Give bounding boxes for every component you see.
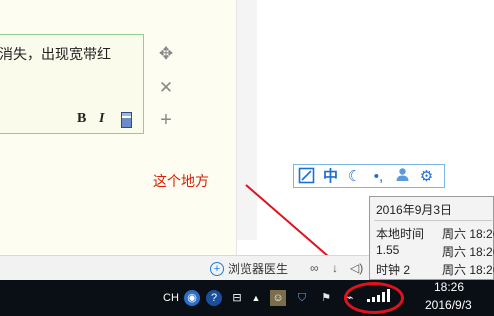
input-language-indicator[interactable]: CH xyxy=(163,290,179,306)
clock-value: 周六 18:26 xyxy=(442,263,494,277)
help-icon[interactable]: ? xyxy=(206,290,222,306)
glasses-icon[interactable]: ∞ xyxy=(310,261,319,275)
taskbar-date[interactable]: 2016/9/3 xyxy=(425,298,472,312)
settings-icon[interactable]: ⚙ xyxy=(417,167,436,186)
tray-app-icon[interactable]: ◉ xyxy=(184,290,200,306)
clock-row: 1.55 周六 18:26 xyxy=(376,243,494,259)
windows-taskbar: CH ◉ ? ⊟ ▲ ☺ ⛉ ⚑ ⌁ 18:26 2016/9/3 xyxy=(0,280,494,316)
shield-icon[interactable]: ⛉ xyxy=(294,290,310,306)
show-hidden-icons-icon[interactable]: ▲ xyxy=(248,290,264,306)
clock-popup: 2016年9月3日 本地时间 周六 18:26 1.55 周六 18:26 时钟… xyxy=(369,196,494,280)
tray-photo-icon[interactable]: ☺ xyxy=(270,290,286,306)
browser-doctor-label: 浏览器医生 xyxy=(228,262,289,276)
plus-circle-icon: + xyxy=(210,261,224,276)
taskbar-time[interactable]: 18:26 xyxy=(434,280,464,294)
volume-icon[interactable]: ◁) xyxy=(350,261,363,275)
moon-icon[interactable]: ☾ xyxy=(345,167,364,186)
ime-toolbar: 中 ☾ •, ⚙ xyxy=(293,164,445,188)
punctuation-icon[interactable]: •, xyxy=(369,167,388,186)
download-icon[interactable]: ↓ xyxy=(332,261,338,275)
clock-date: 2016年9月3日 xyxy=(376,203,453,217)
clock-row: 时钟 2 周六 18:26 xyxy=(376,261,494,277)
browser-doctor-button[interactable]: + 浏览器医生 xyxy=(210,260,288,277)
clock-label: 本地时间 xyxy=(376,227,425,241)
clock-value: 周六 18:26 xyxy=(442,245,494,259)
ime-switch-icon[interactable] xyxy=(297,167,316,186)
clock-label: 时钟 2 xyxy=(376,263,411,277)
clock-row: 本地时间 周六 18:26 xyxy=(376,225,494,241)
annotation-circle xyxy=(344,282,404,314)
chinese-mode-button[interactable]: 中 xyxy=(321,167,340,186)
user-icon[interactable] xyxy=(393,167,412,186)
clock-divider xyxy=(374,220,492,221)
clock-label: 1.55 xyxy=(376,243,400,257)
tray-clipboard-icon[interactable]: ⊟ xyxy=(229,290,245,306)
flag-error-icon[interactable]: ⚑ xyxy=(318,290,334,306)
clock-value: 周六 18:26 xyxy=(442,227,494,241)
